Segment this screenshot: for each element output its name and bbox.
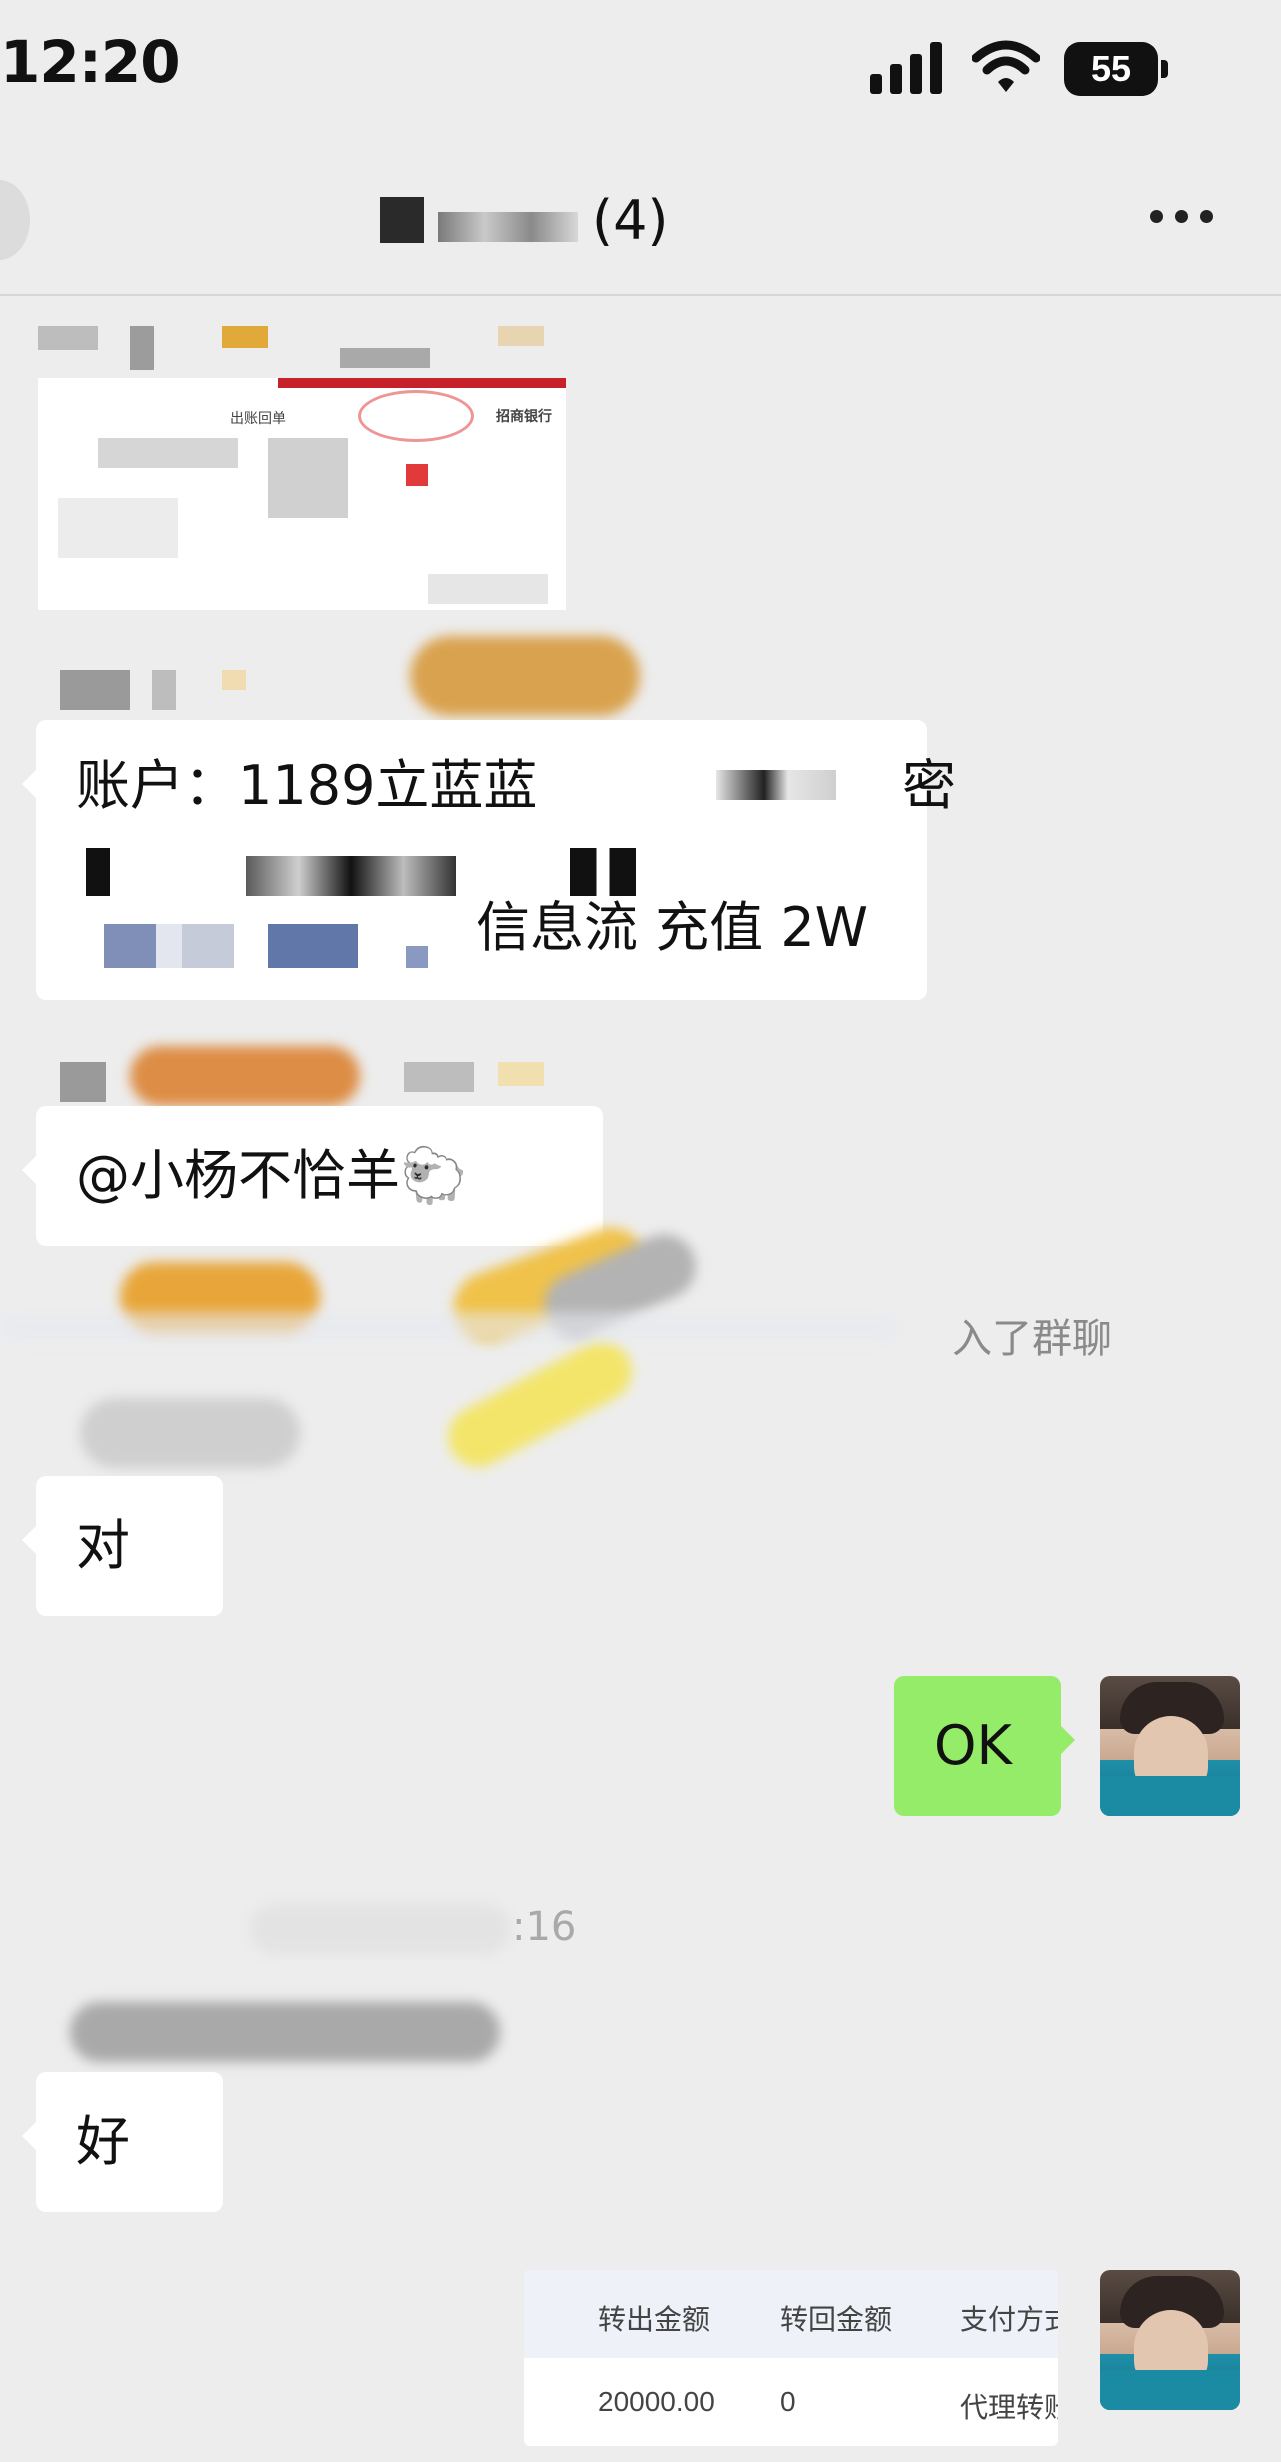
notice-redacted [0, 1312, 900, 1342]
account-redacted [104, 924, 234, 968]
time-redacted [250, 1904, 510, 1954]
wifi-icon [972, 40, 1040, 92]
account-redacted [268, 924, 358, 968]
col-header-payment-method: 支付方式 [960, 2304, 1058, 2335]
sender-name-redacted [498, 326, 544, 346]
sender-name-redacted [404, 1062, 474, 1092]
member-count: (4) [592, 188, 669, 252]
bank-receipt-image[interactable]: 出账回单 招商银行 [38, 378, 566, 610]
sender-name-redacted [60, 1062, 106, 1102]
sender-name-redacted [222, 326, 268, 348]
cell-payment-method: 代理转账 [960, 2392, 1058, 2423]
battery-tip [1161, 60, 1168, 78]
sender-name-redacted [38, 326, 98, 350]
account-redacted [716, 770, 836, 800]
receipt-redacted [58, 498, 178, 558]
group-name-redacted [380, 197, 424, 243]
transfer-table-image[interactable]: 转出金额 转回金额 支付方式 20000.00 0 代理转账 [524, 2270, 1058, 2446]
sender-name-redacted [130, 326, 154, 370]
notice-redacted [437, 1330, 643, 1478]
account-redacted [86, 848, 110, 896]
mention-bubble[interactable]: @小杨不恰羊🐑 [22, 1106, 603, 1246]
battery-level: 55 [1064, 42, 1158, 96]
reply-hao-bubble[interactable]: 好 [22, 2072, 223, 2212]
receipt-stamp [358, 390, 474, 442]
account-info-bubble[interactable]: 账户：1189立蓝蓝 密 信息流 充值 2W [22, 720, 956, 1000]
more-options-icon[interactable] [1150, 204, 1222, 228]
sender-name-redacted [410, 636, 640, 716]
nav-divider [0, 294, 1281, 296]
col-header-transfer-back: 转回金额 [780, 2304, 893, 2335]
reply-dui-bubble[interactable]: 对 [22, 1476, 223, 1616]
sender-name-redacted [222, 670, 246, 690]
cell-transfer-out: 20000.00 [598, 2386, 715, 2417]
cellular-signal-icon [870, 42, 942, 94]
receipt-redacted [406, 464, 428, 486]
system-notice: 入了群聊 [952, 1316, 1112, 1362]
receipt-bank: 招商银行 [496, 409, 552, 425]
receipt-redacted [268, 438, 348, 518]
receipt-redacted [428, 574, 548, 604]
back-button[interactable] [0, 180, 30, 260]
sender-name-redacted [130, 1046, 360, 1106]
battery-indicator: 55 [1064, 42, 1170, 96]
account-redacted [406, 946, 428, 968]
avatar-jacket [1100, 1776, 1240, 1816]
account-redacted [246, 856, 456, 896]
reply-ok-bubble[interactable]: OK [894, 1676, 1075, 1816]
sender-name-redacted [70, 2002, 500, 2062]
status-time: 12:20 [0, 28, 181, 96]
sender-name-redacted [60, 670, 130, 710]
chat-title: (4) [380, 188, 669, 252]
account-line-3: 信息流 充值 2W [476, 896, 869, 959]
account-line-1-suffix: 密 [902, 754, 956, 817]
receipt-title: 出账回单 [230, 411, 286, 427]
cell-transfer-back: 0 [780, 2386, 796, 2417]
sender-name-redacted [340, 348, 430, 368]
col-header-transfer-out: 转出金额 [598, 2304, 711, 2335]
group-name-redacted [438, 212, 578, 242]
time-stamp: :16 [512, 1904, 577, 1950]
avatar-jacket [1100, 2370, 1240, 2410]
sender-name-redacted [80, 1398, 300, 1468]
sender-name-redacted [152, 670, 176, 710]
receipt-header-bar [278, 378, 566, 388]
sender-name-redacted [498, 1062, 544, 1086]
account-line-1-prefix: 账户：1189立蓝蓝 [76, 754, 538, 817]
my-avatar[interactable] [1100, 2270, 1240, 2410]
receipt-redacted [98, 438, 238, 468]
account-line-1: 账户：1189立蓝蓝 [76, 750, 537, 822]
my-avatar[interactable] [1100, 1676, 1240, 1816]
account-redacted [570, 848, 636, 896]
